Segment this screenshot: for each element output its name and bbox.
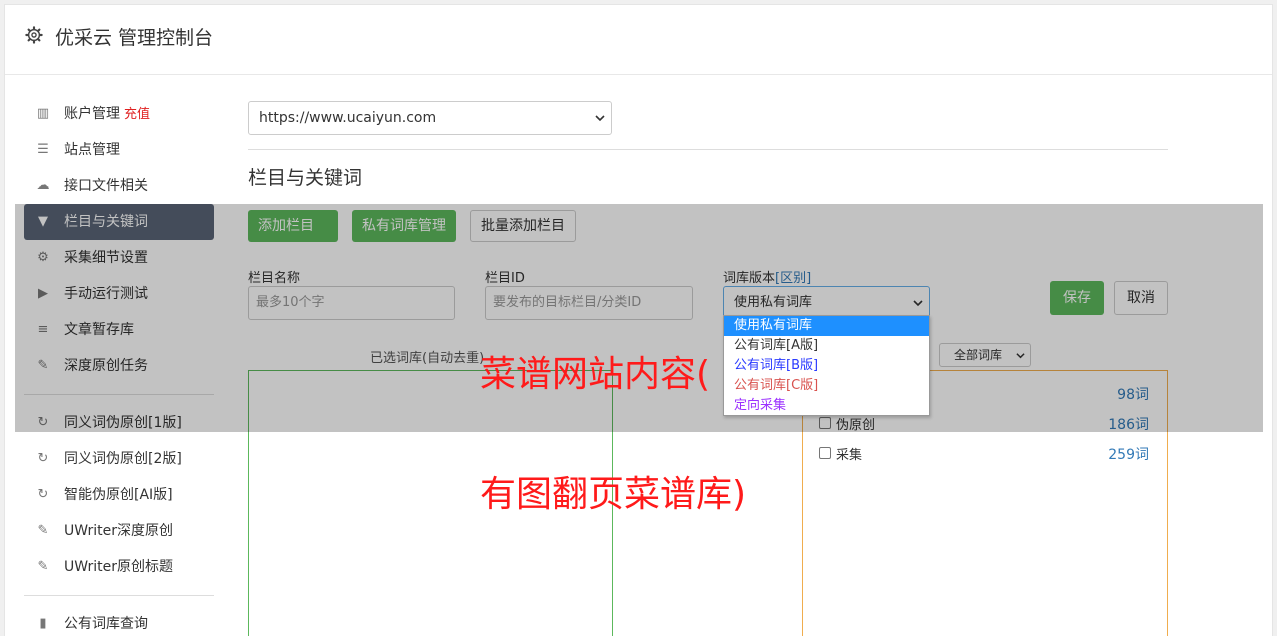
edit-icon: ✎ bbox=[37, 523, 49, 538]
library-name: 采集 bbox=[836, 448, 863, 463]
library-count: 259词 bbox=[1108, 447, 1149, 463]
sidebar-item-label: UWriter原创标题 bbox=[64, 559, 173, 575]
sidebar-item[interactable]: ↻ 同义词伪原创[2版] bbox=[24, 441, 214, 477]
book-icon: ▮ bbox=[39, 616, 47, 631]
version-dropdown-list: 使用私有词库 公有词库[A版] 公有词库[B版] 公有词库[C版] 定向采集 bbox=[723, 315, 930, 416]
refresh-icon: ↻ bbox=[37, 487, 49, 502]
sidebar-item[interactable]: ☁ 接口文件相关 bbox=[24, 168, 214, 204]
section-title: 栏目与关键词 bbox=[248, 167, 363, 189]
sidebar-item[interactable]: ✎ UWriter原创标题 bbox=[24, 549, 214, 585]
sidebar-item[interactable]: ▮ 公有词库查询 bbox=[24, 606, 214, 636]
server-icon: ☰ bbox=[37, 142, 49, 157]
sidebar-item-label: 同义词伪原创[2版] bbox=[64, 451, 182, 467]
sidebar-item[interactable]: ▥ 账户管理 充值 bbox=[24, 96, 214, 132]
version-option[interactable]: 公有词库[A版] bbox=[724, 336, 929, 356]
refresh-icon: ↻ bbox=[37, 451, 49, 466]
library-row[interactable]: 采集 259词 bbox=[819, 443, 1149, 463]
sidebar-item[interactable]: ✎ UWriter深度原创 bbox=[24, 513, 214, 549]
sidebar-item-label: 智能伪原创[AI版] bbox=[64, 487, 173, 503]
sidebar-item-label: 站点管理 bbox=[64, 142, 120, 158]
edit-icon: ✎ bbox=[37, 559, 49, 574]
sidebar-item-label: UWriter深度原创 bbox=[64, 523, 173, 539]
divider bbox=[248, 149, 1168, 150]
site-select-value: https://www.ucaiyun.com bbox=[259, 110, 437, 126]
bar-chart-icon: ▥ bbox=[36, 106, 50, 121]
annotation-text-line1: 菜谱网站内容( bbox=[480, 354, 711, 395]
sidebar-item[interactable]: ☰ 站点管理 bbox=[24, 132, 214, 168]
sidebar-item-label: 账户管理 bbox=[64, 106, 120, 122]
sidebar-item-label: 公有词库查询 bbox=[64, 616, 148, 632]
annotation-text-line2: 有图翻页菜谱库) bbox=[480, 474, 747, 515]
sidebar-item[interactable]: ↻ 智能伪原创[AI版] bbox=[24, 477, 214, 513]
nav-divider bbox=[24, 595, 214, 596]
recharge-link[interactable]: 充值 bbox=[124, 107, 150, 122]
version-option[interactable]: 公有词库[C版] bbox=[724, 376, 929, 396]
dim-overlay bbox=[15, 204, 1263, 432]
site-select[interactable]: https://www.ucaiyun.com bbox=[248, 101, 612, 135]
app-title: 优采云 管理控制台 bbox=[55, 27, 214, 49]
sidebar-item-label: 接口文件相关 bbox=[64, 178, 148, 194]
library-checkbox[interactable] bbox=[819, 447, 831, 459]
chevron-down-icon bbox=[595, 115, 605, 122]
version-option[interactable]: 使用私有词库 bbox=[724, 316, 929, 336]
gear-icon bbox=[25, 26, 43, 44]
cloud-upload-icon: ☁ bbox=[36, 178, 50, 193]
version-option[interactable]: 公有词库[B版] bbox=[724, 356, 929, 376]
version-option[interactable]: 定向采集 bbox=[724, 396, 929, 416]
top-bar: 优采云 管理控制台 bbox=[5, 5, 1272, 75]
